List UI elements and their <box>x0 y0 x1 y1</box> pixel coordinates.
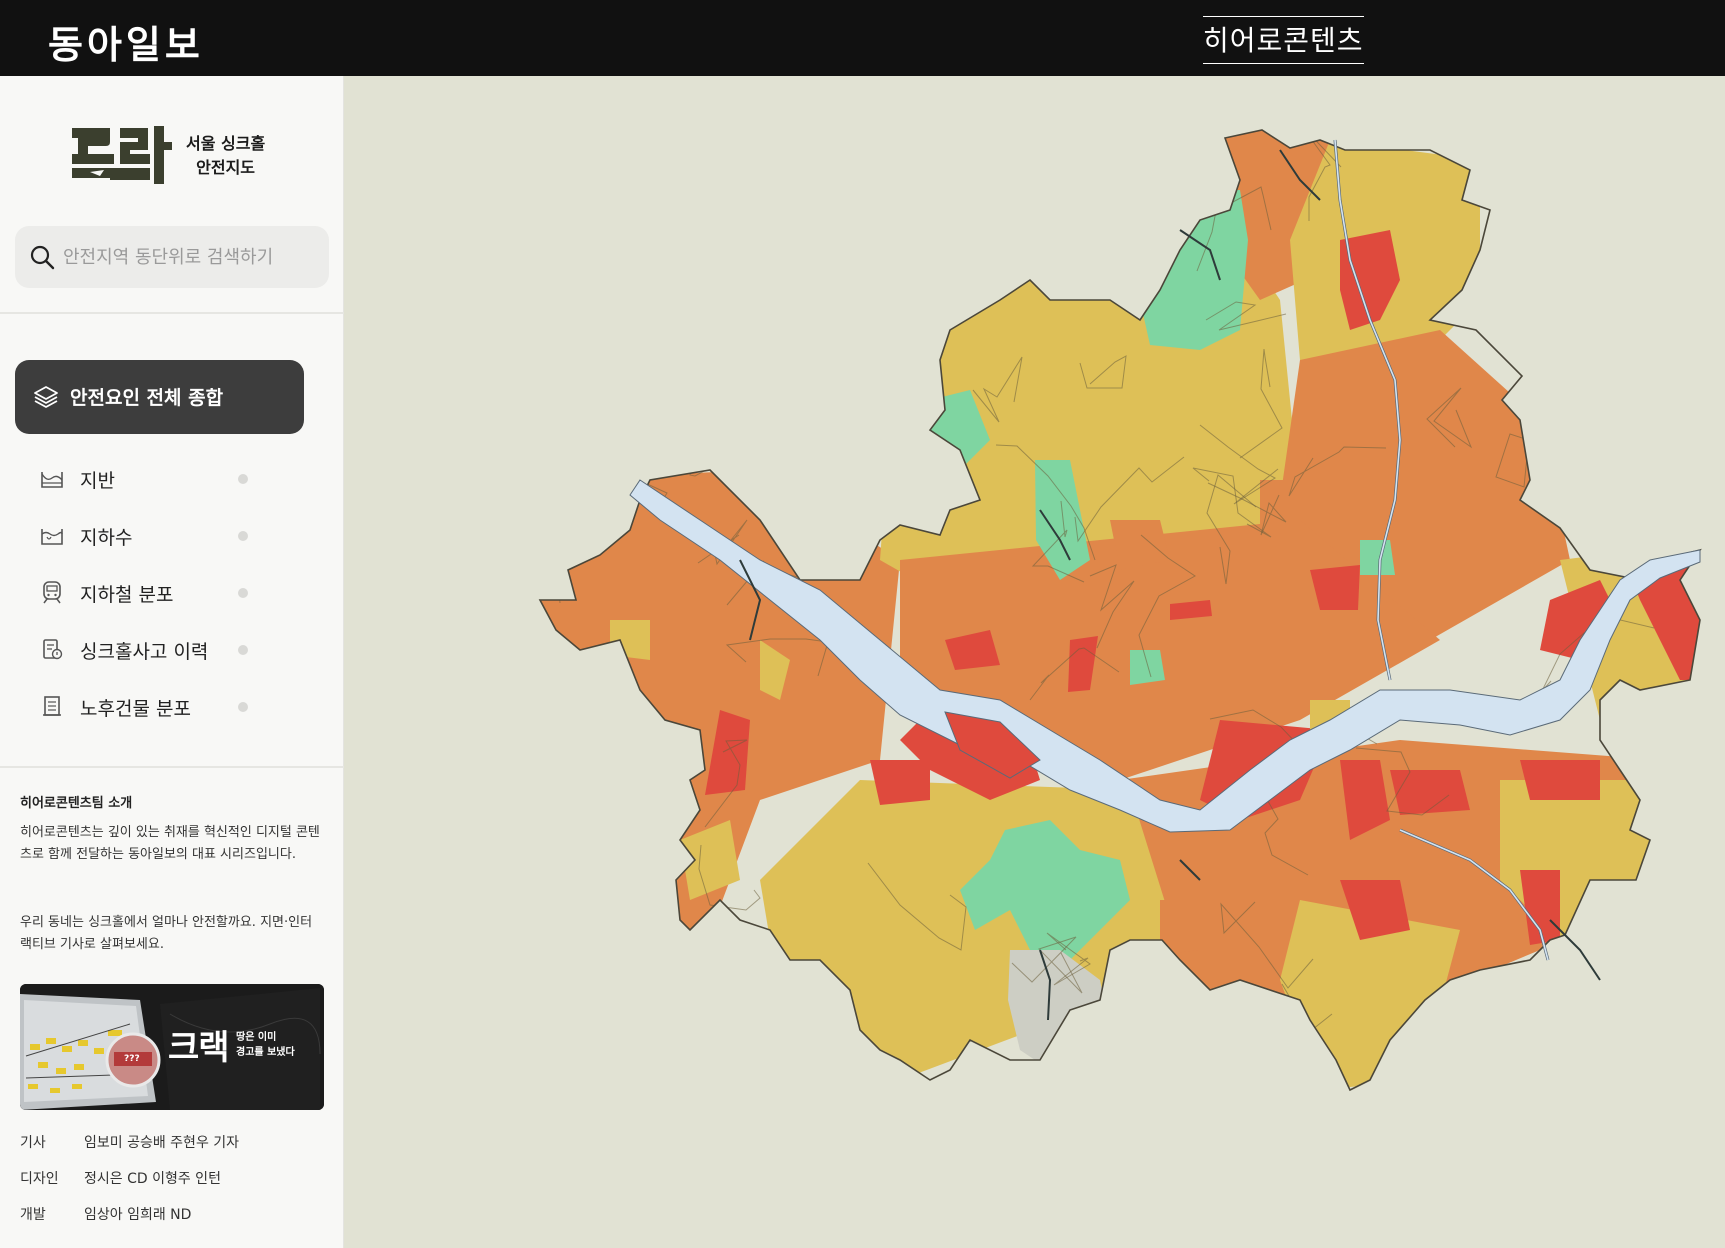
subway-icon <box>43 581 61 604</box>
banner-badge: ??? <box>124 1054 140 1064</box>
layer-toggle-dot[interactable] <box>238 702 248 712</box>
search-input[interactable] <box>63 236 319 278</box>
ground-icon <box>41 472 63 488</box>
search-box[interactable] <box>15 226 329 288</box>
district-border <box>1082 1041 1160 1090</box>
layer-toggle-dot[interactable] <box>238 531 248 541</box>
team-intro-paragraph: 히어로콘텐츠는 깊이 있는 취재를 혁신적인 디지털 콘텐츠로 함께 전달하는 … <box>20 825 320 862</box>
district-safe-north[interactable] <box>1140 190 1248 350</box>
layer-subway[interactable]: 지하철 분포 <box>36 572 254 612</box>
district-border <box>1638 894 1683 982</box>
brand-title-line2: 안전지도 <box>196 158 256 177</box>
district-border <box>1516 1031 1590 1090</box>
sidebar: 서울 싱크홀 안전지도 안전요인 전체 종합 지반 <box>0 76 344 1248</box>
groundwater-icon <box>41 529 63 545</box>
district-border <box>750 152 820 258</box>
crack-article-banner[interactable]: ??? 크랙 땅은 이미 경고를 보냈다 <box>20 984 324 1110</box>
crack-logo-icon <box>72 126 172 184</box>
top-bar: 동아일보 히어로콘텐츠 <box>0 0 1725 76</box>
district-border <box>1660 857 1700 895</box>
district-border <box>1062 232 1089 297</box>
district-safe-east[interactable] <box>1360 540 1395 575</box>
incident-report-icon <box>43 639 63 660</box>
layer-sinkhole-history[interactable]: 싱크홀사고 이력 <box>36 629 254 669</box>
district-border <box>1479 261 1529 317</box>
district-border <box>1061 214 1176 257</box>
search-icon <box>30 245 55 270</box>
all-factors-label: 안전요인 전체 종합 <box>70 387 224 409</box>
layer-label: 노후건물 분포 <box>80 698 191 720</box>
divider <box>0 766 344 768</box>
seoul-sinkhole-safety-map[interactable] <box>344 76 1725 1248</box>
district-border <box>1641 387 1696 448</box>
credit-role: 디자인 <box>20 1171 59 1187</box>
district-border <box>858 446 925 504</box>
layer-toggle-dot[interactable] <box>238 588 248 598</box>
credit-design: 디자인 정시은 CD 이형주 인턴 <box>20 1168 221 1188</box>
district-polygons <box>540 130 1700 1090</box>
layer-label: 싱크홀사고 이력 <box>80 641 209 663</box>
brand-title-line1: 서울 싱크홀 <box>186 134 266 153</box>
district-border <box>1612 697 1657 723</box>
team-intro-paragraph: 우리 동네는 싱크홀에서 얼마나 안전할까요. 지면·인터랙티브 기사로 살펴보… <box>20 915 313 952</box>
district-border <box>540 1036 576 1090</box>
district-border <box>540 504 568 604</box>
donga-logo[interactable]: 동아일보 <box>48 14 204 69</box>
layers-icon <box>34 386 58 408</box>
banner-title: 크랙 <box>168 1028 230 1068</box>
old-building-icon <box>43 696 61 716</box>
credit-role: 개발 <box>20 1207 46 1223</box>
layer-label: 지하철 분포 <box>80 584 174 606</box>
layer-groundwater[interactable]: 지하수 <box>36 515 254 555</box>
district-west-yellow[interactable] <box>610 620 650 660</box>
district-risk-southwest[interactable] <box>870 760 930 805</box>
district-risk-southeast[interactable] <box>1520 760 1600 800</box>
layer-label: 지반 <box>80 470 115 492</box>
district-border <box>719 425 834 467</box>
credit-development: 개발 임상아 임희래 ND <box>20 1204 191 1224</box>
banner-subtitle-line2: 경고를 보냈다 <box>236 1047 295 1058</box>
district-border <box>1636 209 1700 316</box>
district-south-orange[interactable] <box>1160 900 1200 955</box>
zone-south <box>760 780 1180 1080</box>
credit-names: 임상아 임희래 ND <box>84 1207 192 1223</box>
layer-old-buildings[interactable]: 노후건물 분포 <box>36 686 254 726</box>
layer-toggle-dot[interactable] <box>238 474 248 484</box>
district-border <box>1611 419 1649 484</box>
district-border <box>835 187 965 248</box>
team-intro-title: 히어로콘텐츠팀 소개 <box>20 796 133 811</box>
district-border <box>540 370 628 433</box>
district-safe-mid[interactable] <box>1130 650 1165 685</box>
district-border <box>1495 972 1559 1038</box>
district-border <box>1625 134 1680 200</box>
credit-names: 정시은 CD 이형주 인턴 <box>84 1171 221 1187</box>
district-border <box>642 130 750 197</box>
district-border <box>892 130 938 203</box>
banner-subtitle-line1: 땅은 이미 <box>236 1032 277 1043</box>
divider <box>0 312 344 314</box>
layer-toggle-dot[interactable] <box>238 645 248 655</box>
district-border <box>1661 153 1699 228</box>
all-factors-button[interactable]: 안전요인 전체 종합 <box>15 360 304 434</box>
district-risk-gangnam-east[interactable] <box>1390 770 1470 815</box>
credit-reporters: 기사 임보미 공승배 주현우 기자 <box>20 1132 239 1152</box>
layer-label: 지하수 <box>80 527 133 549</box>
credit-names: 임보미 공승배 주현우 기자 <box>84 1135 240 1151</box>
district-border <box>1035 130 1124 199</box>
district-border <box>665 399 720 477</box>
hero-content-link[interactable]: 히어로콘텐츠 <box>1203 16 1364 64</box>
map-layer <box>538 129 1702 1092</box>
credit-role: 기사 <box>20 1135 46 1151</box>
layer-ground[interactable]: 지반 <box>36 458 254 498</box>
